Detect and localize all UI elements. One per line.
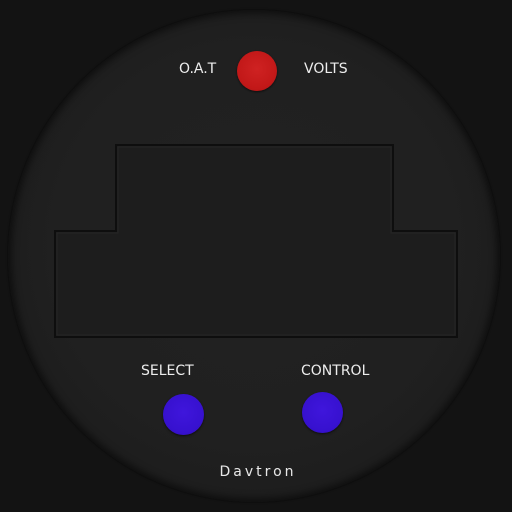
lcd-display-window [54,144,458,338]
volts-label: VOLTS [304,61,348,77]
oat-label: O.A.T [179,61,217,77]
select-label: SELECT [141,363,194,379]
lcd-display-recess [54,144,458,338]
control-label: CONTROL [301,363,370,379]
select-button[interactable] [163,394,204,435]
brand-logo-text: Davtron [219,464,297,480]
control-button[interactable] [302,392,343,433]
oat-volts-toggle-button[interactable] [237,51,277,91]
